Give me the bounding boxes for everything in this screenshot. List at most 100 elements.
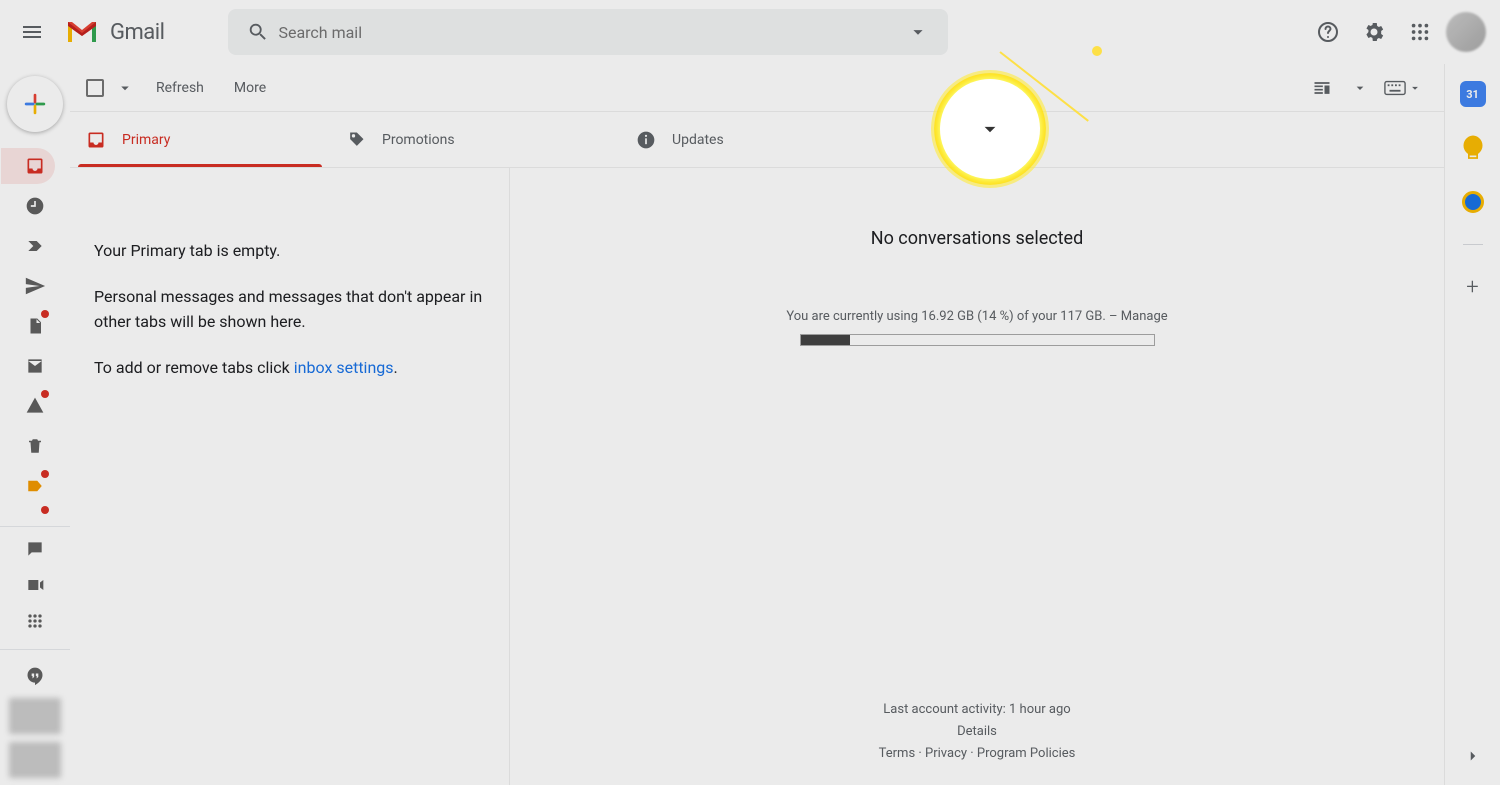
nav-trash[interactable] — [15, 428, 55, 464]
reading-pane-title: No conversations selected — [871, 228, 1084, 249]
annotation-dot — [1092, 46, 1102, 56]
search-options-caret[interactable] — [898, 12, 938, 52]
left-rail — [0, 64, 70, 785]
caret-down-icon — [116, 79, 134, 97]
inbox-settings-link[interactable]: inbox settings — [294, 358, 394, 377]
dialpad-icon — [25, 611, 45, 631]
caret-down-icon — [1352, 80, 1368, 96]
gmail-logo-icon — [64, 18, 100, 46]
nav-hangouts[interactable] — [15, 658, 55, 694]
tab-promotions[interactable]: Promotions — [330, 112, 620, 167]
calendar-icon: 31 — [1460, 81, 1486, 107]
nav-phone[interactable] — [15, 603, 55, 639]
account-avatar[interactable] — [1446, 12, 1486, 52]
tag-icon — [346, 130, 366, 150]
hangouts-icon — [25, 666, 45, 686]
calendar-addon[interactable]: 31 — [1455, 76, 1491, 112]
nav-important[interactable] — [15, 228, 55, 264]
nav-chat[interactable] — [15, 531, 55, 567]
mail-toolbar: Refresh More — [70, 64, 1444, 112]
main-menu-button[interactable] — [8, 8, 56, 56]
tasks-icon — [1462, 191, 1484, 213]
more-button[interactable]: More — [222, 72, 278, 104]
sent-icon — [24, 275, 46, 297]
main-layout: Refresh More Primary Promotions — [0, 64, 1500, 785]
nav-meet[interactable] — [15, 567, 55, 603]
tab-label: Promotions — [382, 132, 455, 148]
search-box[interactable] — [228, 9, 948, 55]
mail-icon — [25, 356, 45, 376]
compose-button[interactable] — [7, 76, 63, 132]
privacy-link[interactable]: Privacy — [925, 746, 967, 761]
nav-inbox[interactable] — [1, 148, 55, 184]
header-right — [1308, 12, 1492, 52]
nav-spam[interactable] — [15, 388, 55, 424]
video-icon — [25, 575, 45, 595]
category-tabs: Primary Promotions Updates — [70, 112, 1444, 168]
select-dropdown[interactable] — [112, 75, 138, 101]
chevron-right-icon — [1464, 747, 1482, 765]
hangouts-contact[interactable] — [9, 742, 61, 778]
storage-manage-link[interactable]: Manage — [1121, 309, 1168, 324]
tasks-addon[interactable] — [1455, 184, 1491, 220]
search-input[interactable] — [278, 23, 898, 42]
tab-label: Updates — [672, 132, 724, 148]
split-pane-toggle[interactable] — [1302, 68, 1342, 108]
keep-icon — [1463, 135, 1483, 161]
policies-link[interactable]: Program Policies — [977, 746, 1075, 761]
important-icon — [25, 236, 45, 256]
rail-divider — [0, 649, 70, 650]
details-link[interactable]: Details — [957, 724, 997, 739]
empty-title: Your Primary tab is empty. — [94, 238, 485, 264]
support-button[interactable] — [1308, 12, 1348, 52]
chat-icon — [25, 539, 45, 559]
nav-all-mail[interactable] — [15, 348, 55, 384]
badge-dot — [41, 470, 49, 478]
inbox-icon — [25, 156, 45, 176]
settings-button[interactable] — [1354, 12, 1394, 52]
storage-progress — [800, 334, 1155, 346]
nav-drafts[interactable] — [15, 308, 55, 344]
help-icon — [1316, 20, 1340, 44]
compose-plus-icon — [19, 88, 51, 120]
badge-dot — [41, 506, 49, 514]
header-bar: Gmail — [0, 0, 1500, 64]
keep-addon[interactable] — [1455, 130, 1491, 166]
info-icon — [636, 130, 656, 150]
keyboard-icon — [1384, 80, 1406, 96]
label-icon — [25, 477, 45, 495]
caret-down-icon — [1408, 81, 1422, 95]
gear-icon — [1362, 20, 1386, 44]
trash-icon — [26, 436, 44, 456]
nav-categories[interactable] — [15, 468, 55, 504]
hangouts-contact[interactable] — [9, 698, 61, 734]
caret-down-icon — [977, 116, 1003, 142]
inbox-icon — [86, 130, 106, 150]
reading-pane: No conversations selected You are curren… — [510, 168, 1444, 785]
empty-description: Personal messages and messages that don'… — [94, 284, 485, 335]
storage-text: You are currently using 16.92 GB (14 %) … — [786, 309, 1167, 324]
clock-icon — [25, 196, 45, 216]
nav-more[interactable] — [15, 508, 55, 520]
annotation-highlight — [934, 73, 1046, 185]
side-panel: 31 + — [1444, 64, 1500, 785]
terms-link[interactable]: Terms — [879, 746, 916, 761]
tab-primary[interactable]: Primary — [70, 112, 330, 167]
input-tools-button[interactable] — [1378, 74, 1428, 102]
tab-updates[interactable]: Updates — [620, 112, 910, 167]
get-addons-button[interactable]: + — [1455, 269, 1491, 305]
empty-settings-hint: To add or remove tabs click inbox settin… — [94, 355, 485, 381]
hamburger-icon — [20, 20, 44, 44]
nav-sent[interactable] — [15, 268, 55, 304]
select-all-checkbox[interactable] — [86, 79, 104, 97]
nav-snoozed[interactable] — [15, 188, 55, 224]
split-pane-dropdown[interactable] — [1348, 76, 1372, 100]
side-panel-toggle[interactable] — [1464, 747, 1482, 765]
refresh-button[interactable]: Refresh — [144, 72, 216, 104]
storage-progress-fill — [801, 335, 850, 345]
app-name: Gmail — [110, 20, 164, 45]
apps-button[interactable] — [1400, 12, 1440, 52]
tab-label: Primary — [122, 132, 170, 148]
logo[interactable]: Gmail — [64, 18, 164, 46]
search-icon[interactable] — [238, 12, 278, 52]
